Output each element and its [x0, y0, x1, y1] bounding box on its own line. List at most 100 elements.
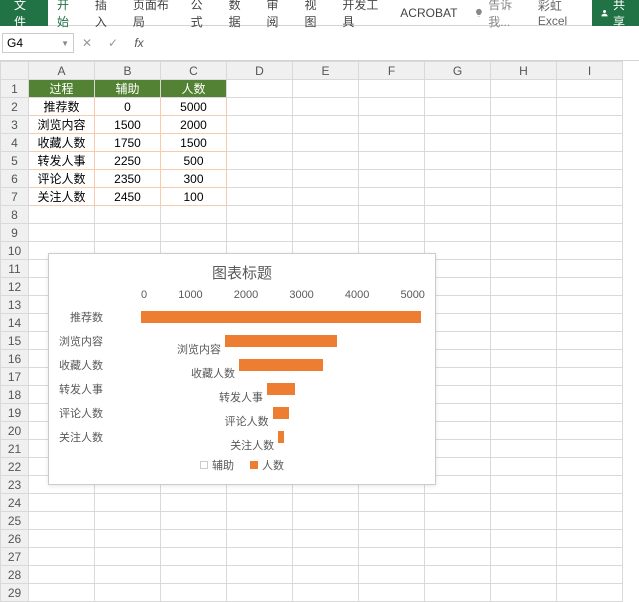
cell[interactable]: [491, 188, 557, 206]
cell[interactable]: [293, 80, 359, 98]
cell[interactable]: [359, 152, 425, 170]
cell[interactable]: [95, 512, 161, 530]
cell[interactable]: 5000: [161, 98, 227, 116]
cell[interactable]: [491, 386, 557, 404]
column-header[interactable]: G: [425, 62, 491, 80]
cell[interactable]: [293, 548, 359, 566]
cell[interactable]: [557, 260, 623, 278]
cell[interactable]: 100: [161, 188, 227, 206]
fx-button[interactable]: fx: [126, 36, 152, 50]
cell[interactable]: [557, 404, 623, 422]
column-header[interactable]: E: [293, 62, 359, 80]
cell[interactable]: 人数: [161, 80, 227, 98]
cell[interactable]: [491, 80, 557, 98]
ribbon-tab-8[interactable]: ACROBAT: [391, 0, 466, 26]
cell[interactable]: [557, 224, 623, 242]
cell[interactable]: [227, 494, 293, 512]
cell[interactable]: [293, 116, 359, 134]
cell[interactable]: [161, 548, 227, 566]
cell[interactable]: [293, 152, 359, 170]
cell[interactable]: [557, 494, 623, 512]
cell[interactable]: [491, 440, 557, 458]
cell[interactable]: [359, 188, 425, 206]
row-header[interactable]: 16: [1, 350, 29, 368]
cell[interactable]: [491, 116, 557, 134]
cell[interactable]: [227, 80, 293, 98]
cell[interactable]: [557, 548, 623, 566]
ribbon-tab-5[interactable]: 审阅: [258, 0, 296, 26]
cell[interactable]: [557, 512, 623, 530]
cell[interactable]: 500: [161, 152, 227, 170]
cell[interactable]: 辅助: [95, 80, 161, 98]
column-header[interactable]: H: [491, 62, 557, 80]
cell[interactable]: [557, 476, 623, 494]
cell[interactable]: [359, 170, 425, 188]
cell[interactable]: [227, 152, 293, 170]
cell[interactable]: [227, 548, 293, 566]
cell[interactable]: 2450: [95, 188, 161, 206]
cell[interactable]: [557, 584, 623, 602]
column-header[interactable]: B: [95, 62, 161, 80]
cell[interactable]: 浏览内容: [29, 116, 95, 134]
cell[interactable]: [491, 494, 557, 512]
row-header[interactable]: 17: [1, 368, 29, 386]
cell[interactable]: 过程: [29, 80, 95, 98]
cell[interactable]: 转发人事: [29, 152, 95, 170]
cell[interactable]: [227, 224, 293, 242]
row-header[interactable]: 15: [1, 332, 29, 350]
row-header[interactable]: 1: [1, 80, 29, 98]
formula-input[interactable]: [152, 33, 639, 53]
row-header[interactable]: 6: [1, 170, 29, 188]
cell[interactable]: [425, 224, 491, 242]
enter-formula-button[interactable]: ✓: [100, 36, 126, 50]
cell[interactable]: [491, 476, 557, 494]
cell[interactable]: [359, 530, 425, 548]
cell[interactable]: [293, 134, 359, 152]
cell[interactable]: [557, 206, 623, 224]
cell[interactable]: [161, 584, 227, 602]
cell[interactable]: [557, 278, 623, 296]
cell[interactable]: [557, 332, 623, 350]
cell[interactable]: [293, 224, 359, 242]
cell[interactable]: [95, 206, 161, 224]
row-header[interactable]: 19: [1, 404, 29, 422]
ribbon-tab-2[interactable]: 页面布局: [124, 0, 182, 26]
row-header[interactable]: 14: [1, 314, 29, 332]
cell[interactable]: [491, 278, 557, 296]
cell[interactable]: [557, 296, 623, 314]
name-box[interactable]: G4 ▼: [2, 33, 74, 53]
cell[interactable]: [425, 98, 491, 116]
column-header[interactable]: F: [359, 62, 425, 80]
cell[interactable]: [491, 260, 557, 278]
cell[interactable]: [557, 314, 623, 332]
row-header[interactable]: 5: [1, 152, 29, 170]
select-all-corner[interactable]: [1, 62, 29, 80]
cell[interactable]: [491, 566, 557, 584]
cell[interactable]: [359, 584, 425, 602]
cell[interactable]: [227, 116, 293, 134]
cell[interactable]: [29, 566, 95, 584]
row-header[interactable]: 27: [1, 548, 29, 566]
row-header[interactable]: 18: [1, 386, 29, 404]
row-header[interactable]: 3: [1, 116, 29, 134]
cell[interactable]: [491, 530, 557, 548]
cell[interactable]: [293, 494, 359, 512]
cell[interactable]: [557, 188, 623, 206]
cancel-formula-button[interactable]: ✕: [74, 36, 100, 50]
row-header[interactable]: 2: [1, 98, 29, 116]
cell[interactable]: 推荐数: [29, 98, 95, 116]
cell[interactable]: [29, 548, 95, 566]
cell[interactable]: [425, 80, 491, 98]
cell[interactable]: [293, 170, 359, 188]
row-header[interactable]: 12: [1, 278, 29, 296]
cell[interactable]: [491, 134, 557, 152]
cell[interactable]: [359, 80, 425, 98]
tell-me[interactable]: 告诉我...: [466, 0, 533, 30]
cell[interactable]: [491, 224, 557, 242]
cell[interactable]: [491, 152, 557, 170]
cell[interactable]: [425, 170, 491, 188]
cell[interactable]: [425, 548, 491, 566]
cell[interactable]: [425, 530, 491, 548]
row-header[interactable]: 7: [1, 188, 29, 206]
row-header[interactable]: 24: [1, 494, 29, 512]
